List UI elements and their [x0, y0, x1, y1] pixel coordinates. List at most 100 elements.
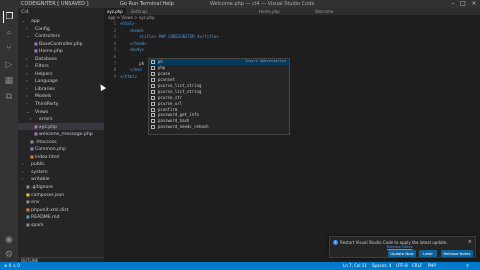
tree-item[interactable]: ⌄ Controllers: [18, 32, 104, 40]
chevron-right-icon: ›: [30, 116, 32, 122]
tree-item[interactable]: ■.htaccess: [18, 138, 104, 146]
tree-item[interactable]: › system: [18, 168, 104, 176]
language-mode[interactable]: PHP: [428, 262, 436, 270]
notification-close-icon[interactable]: ×: [468, 239, 472, 245]
account-icon[interactable]: ◉: [3, 234, 15, 246]
line-number: 4: [113, 40, 116, 46]
search-icon[interactable]: ⌕: [3, 27, 15, 39]
code-line[interactable]: 5 <body>: [104, 47, 480, 54]
tab-welcome[interactable]: Welcome: [312, 8, 336, 15]
chevron-right-icon: ›: [22, 161, 24, 167]
tab-xyz[interactable]: xyz.php: [104, 8, 126, 15]
tree-item[interactable]: › Database: [18, 55, 104, 63]
tree-item[interactable]: › errors: [18, 115, 104, 123]
editor-area: xyz.php Settings Home.php Welcome app > …: [104, 8, 480, 262]
tree-item[interactable]: › writable: [18, 175, 104, 183]
source-control-icon[interactable]: ⑂: [3, 43, 15, 55]
suggest-widget: ph Insert Abbreviation php pcase pconset pcur…: [148, 58, 290, 135]
tree-item-label: Database: [35, 56, 57, 62]
settings-icon[interactable]: ⚙: [3, 249, 15, 261]
snippet-icon: [151, 95, 155, 100]
tree-item-label: README.md: [31, 215, 60, 221]
tree-item[interactable]: ■xyz.php: [18, 122, 104, 131]
tree-item[interactable]: ■env: [18, 198, 104, 206]
files-icon[interactable]: ❐: [3, 11, 15, 23]
title-bar: CODEIGNITER [ UNSAVED ] Go Run Terminal …: [0, 0, 480, 8]
snippet-icon: [151, 113, 155, 118]
indentation[interactable]: Spaces: 4: [372, 262, 391, 270]
tree-item[interactable]: ⌄ Views: [18, 108, 104, 116]
snippet-icon: [151, 71, 155, 76]
suggest-item[interactable]: password_needs_rehash: [149, 124, 289, 130]
problems-counter[interactable]: ⊗ 0 ⚠ 0: [4, 262, 20, 270]
tree-item[interactable]: › Config: [18, 25, 104, 33]
info-icon: i: [333, 240, 338, 245]
tree-item[interactable]: ■Home.php: [18, 47, 104, 55]
code-line[interactable]: 1 <html>: [104, 21, 480, 28]
tree-item-label: index.html: [35, 154, 60, 160]
tree-item-label: ThirdParty: [35, 102, 59, 108]
line-number: 3: [113, 34, 116, 40]
release-notes-button[interactable]: Release Notes: [441, 250, 473, 257]
chevron-right-icon: ›: [26, 63, 28, 69]
suggest-label: pcase: [158, 70, 171, 76]
tree-item[interactable]: ■.gitignore: [18, 183, 104, 191]
tree-item[interactable]: › Helpers: [18, 70, 104, 78]
tree-item-label: xyz.php: [39, 124, 58, 130]
extensions-icon[interactable]: ▦: [3, 75, 15, 87]
update-notification: i Restart Visual Studio Code to apply th…: [329, 236, 476, 258]
tree-item-label: Helpers: [35, 71, 53, 77]
tree-item-label: composer.json: [31, 192, 65, 198]
feedback-icon[interactable]: ⚲: [466, 262, 469, 270]
tree-item[interactable]: ■index.html: [18, 153, 104, 161]
chevron-right-icon: ›: [26, 25, 28, 31]
code-text: <title> PHP CODEIGNITER 4</title>: [120, 34, 219, 40]
line-number: 9: [113, 73, 116, 79]
tree-item-label: errors: [39, 117, 53, 123]
tree-item[interactable]: › public: [18, 160, 104, 168]
tree-item[interactable]: › Libraries: [18, 85, 104, 93]
tree-item[interactable]: ■composer.json: [18, 191, 104, 199]
cursor-position[interactable]: Ln 7, Col 11: [343, 262, 367, 270]
minimize-icon[interactable]: –: [448, 0, 458, 8]
update-now-button[interactable]: Update Now: [388, 250, 416, 257]
workspace-root[interactable]: CI4: [18, 8, 104, 17]
encoding[interactable]: UTF-8: [396, 262, 408, 270]
line-ending[interactable]: CRLF: [412, 262, 422, 270]
tab-settings[interactable]: Settings: [128, 8, 150, 15]
release-notes-link[interactable]: Release Notes: [387, 245, 413, 249]
tree-item[interactable]: › ThirdParty: [18, 100, 104, 108]
tree-item[interactable]: ■welcome_message.php: [18, 130, 104, 138]
tree-item[interactable]: › Models: [18, 92, 104, 100]
code-line[interactable]: 4 </head>: [104, 41, 480, 48]
tree-item-label: phpunit.xml.dist: [31, 207, 69, 213]
tree-item[interactable]: ■README.md: [18, 213, 104, 221]
tree-item[interactable]: ■spark: [18, 221, 104, 229]
tree-item-label: Views: [35, 109, 49, 115]
tree-item[interactable]: › Filters: [18, 62, 104, 70]
tab-home[interactable]: Home.php: [256, 8, 283, 15]
tree-item[interactable]: › Language: [18, 77, 104, 85]
line-number: 8: [113, 67, 116, 73]
chevron-right-icon: ›: [26, 101, 28, 107]
tab-strip: xyz.php Settings Home.php Welcome: [104, 8, 480, 15]
tree-item[interactable]: ■Common.php: [18, 145, 104, 153]
tree-item[interactable]: ■BaseController.php: [18, 40, 104, 48]
tree-item[interactable]: ■phpunit.xml.dist: [18, 206, 104, 214]
code-line[interactable]: 3 <title> PHP CODEIGNITER 4</title>: [104, 34, 480, 41]
tree-item-label: .gitignore: [31, 185, 53, 191]
remote-icon[interactable]: ⧉: [3, 91, 15, 103]
menu-bar[interactable]: Go Run Terminal Help: [120, 0, 174, 8]
later-button[interactable]: Later: [419, 250, 437, 257]
chevron-right-icon: ›: [26, 70, 28, 76]
maximize-icon[interactable]: □: [458, 0, 468, 8]
line-number: 5: [113, 47, 116, 53]
code-line[interactable]: 2 <head>: [104, 28, 480, 35]
run-debug-icon[interactable]: ▷: [3, 59, 15, 71]
suggest-label: pconfirm: [158, 106, 178, 112]
activity-bar: ❐ ⌕ ⑂ ▷ ▦ ⧉ ◉ ⚙: [0, 8, 18, 262]
chevron-down-icon: ⌄: [22, 18, 26, 23]
close-icon[interactable]: ×: [469, 0, 479, 8]
suggest-label: password_hash: [158, 118, 190, 124]
tree-item[interactable]: ⌄ app: [18, 17, 104, 25]
